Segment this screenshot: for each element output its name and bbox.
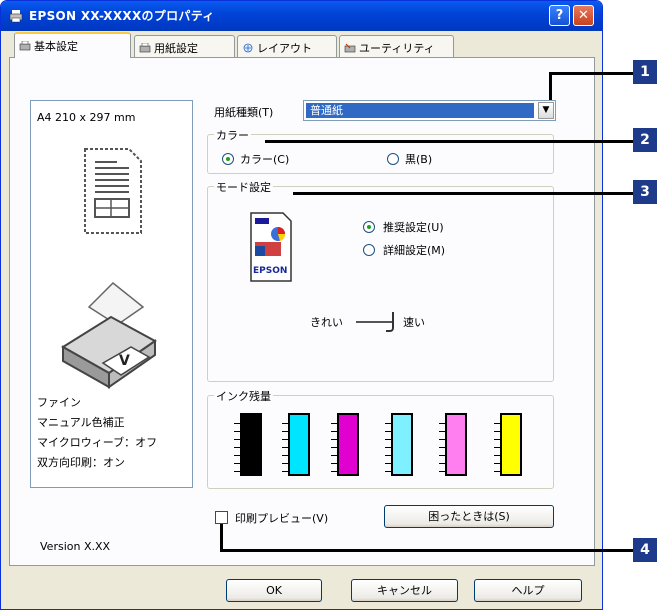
tab-label: 用紙設定 — [154, 42, 198, 55]
paper-settings-tab-icon — [139, 43, 151, 53]
advanced-radio[interactable] — [363, 244, 375, 256]
paper-size-text: A4 210 x 297 mm — [37, 111, 136, 124]
black-option-label: 黒(B) — [405, 153, 433, 166]
version-text: Version X.XX — [40, 540, 111, 553]
advanced-option-label: 詳細設定(M) — [383, 244, 446, 257]
tab-basic-settings[interactable]: 基本設定 — [14, 32, 131, 58]
preview-info-line: マイクロウィーブ：オフ — [37, 436, 158, 449]
black-radio[interactable] — [387, 153, 399, 165]
tab-utility[interactable]: ユーティリティ — [339, 35, 454, 57]
callout-4-leader — [220, 524, 223, 552]
troubleshoot-button[interactable]: 困ったときは(S) — [384, 505, 554, 528]
preview-info-line: マニュアル色補正 — [37, 416, 125, 429]
callout-2-badge: 2 — [633, 128, 657, 152]
preview-info-line: ファイン — [37, 396, 81, 409]
paper-type-value: 普通紙 — [306, 103, 534, 118]
tab-paper-settings[interactable]: 用紙設定 — [134, 35, 235, 57]
document-icon — [84, 148, 142, 234]
printer-app-icon — [9, 10, 23, 23]
ok-button[interactable]: OK — [226, 579, 322, 602]
ink-group-label: インク残量 — [214, 388, 273, 404]
callout-1-leader — [549, 72, 633, 75]
cancel-button[interactable]: キャンセル — [351, 579, 458, 602]
ink-cartridge-yellow — [494, 413, 522, 476]
mode-group-label: モード設定 — [214, 179, 273, 195]
ink-cartridge-light-cyan — [385, 413, 413, 476]
color-option-label: カラー(C) — [240, 153, 290, 166]
svg-text:V: V — [119, 353, 130, 369]
callout-3-leader — [293, 192, 633, 195]
callout-2-leader — [265, 140, 633, 143]
chevron-down-icon[interactable]: ▼ — [538, 102, 554, 119]
mode-illustration-icon: EPSON — [250, 212, 292, 284]
print-preview-label: 印刷プレビュー(V) — [235, 512, 329, 525]
recommended-radio[interactable] — [363, 221, 375, 233]
title-bar: EPSON XX-XXXXのプロパティ ? ✕ — [1, 1, 602, 31]
color-group-label: カラー — [214, 127, 251, 143]
callout-3-badge: 3 — [633, 180, 657, 204]
print-preview-box: A4 210 x 297 mm V ファイン マニュアル色補正 マイクロウィーブ… — [30, 100, 193, 488]
callout-4-leader — [220, 549, 633, 552]
recommended-option-label: 推奨設定(U) — [383, 221, 444, 234]
tab-layout[interactable]: レイアウト — [237, 35, 337, 57]
window-title: EPSON XX-XXXXのプロパティ — [29, 9, 215, 23]
printer-illustration-icon: V — [61, 281, 157, 389]
help-title-button[interactable]: ? — [549, 5, 570, 26]
epson-logo-text: EPSON — [253, 266, 288, 276]
ink-cartridge-magenta — [331, 413, 359, 476]
print-preview-checkbox[interactable] — [215, 511, 228, 524]
paper-type-label: 用紙種類(T) — [214, 106, 274, 119]
paper-type-select[interactable]: 普通紙 ▼ — [303, 100, 556, 121]
layout-tab-icon — [243, 43, 253, 53]
tab-label: ユーティリティ — [359, 42, 435, 55]
ink-cartridge-cyan — [282, 413, 310, 476]
slider-quality-label: きれい — [310, 316, 343, 329]
color-radio[interactable] — [222, 153, 234, 165]
ink-cartridge-black — [234, 413, 262, 476]
callout-1-leader — [549, 72, 552, 100]
basic-settings-tab-icon — [19, 41, 31, 51]
callout-4-badge: 4 — [633, 538, 657, 562]
utility-tab-icon — [344, 43, 356, 53]
tab-label: 基本設定 — [34, 40, 78, 53]
callout-1-badge: 1 — [633, 60, 657, 84]
close-button[interactable]: ✕ — [573, 5, 594, 26]
slider-speed-label: 速い — [403, 316, 425, 329]
preview-info-line: 双方向印刷：オン — [37, 456, 125, 469]
ink-cartridge-light-magenta — [439, 413, 467, 476]
tab-label: レイアウト — [257, 42, 312, 55]
speed-slider-thumb[interactable] — [386, 312, 394, 332]
help-button[interactable]: ヘルプ — [474, 579, 582, 602]
